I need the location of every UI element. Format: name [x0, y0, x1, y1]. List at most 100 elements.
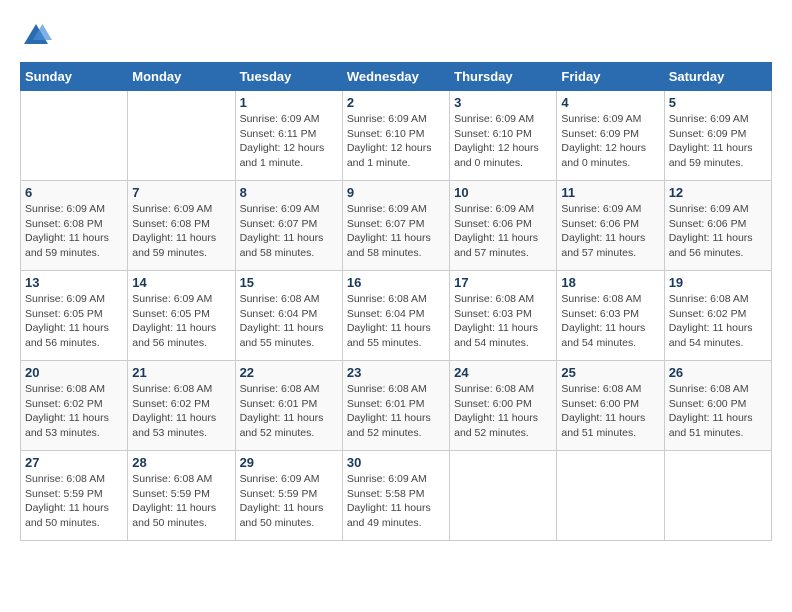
day-number: 2: [347, 95, 445, 110]
calendar-cell: 24 Sunrise: 6:08 AMSunset: 6:00 PMDayligh…: [450, 361, 557, 451]
calendar-cell: 7 Sunrise: 6:09 AMSunset: 6:08 PMDaylight…: [128, 181, 235, 271]
day-number: 7: [132, 185, 230, 200]
day-number: 6: [25, 185, 123, 200]
calendar-header-sunday: Sunday: [21, 63, 128, 91]
day-number: 20: [25, 365, 123, 380]
calendar-cell: 28 Sunrise: 6:08 AMSunset: 5:59 PMDayligh…: [128, 451, 235, 541]
cell-info: Sunrise: 6:08 AMSunset: 6:01 PMDaylight:…: [347, 382, 445, 441]
calendar-cell: 6 Sunrise: 6:09 AMSunset: 6:08 PMDaylight…: [21, 181, 128, 271]
calendar-week-1: 1 Sunrise: 6:09 AMSunset: 6:11 PMDaylight…: [21, 91, 772, 181]
cell-info: Sunrise: 6:09 AMSunset: 6:07 PMDaylight:…: [347, 202, 445, 261]
cell-info: Sunrise: 6:08 AMSunset: 6:04 PMDaylight:…: [240, 292, 338, 351]
calendar-cell: 5 Sunrise: 6:09 AMSunset: 6:09 PMDaylight…: [664, 91, 771, 181]
cell-info: Sunrise: 6:08 AMSunset: 6:00 PMDaylight:…: [454, 382, 552, 441]
calendar-cell: [557, 451, 664, 541]
calendar-cell: [128, 91, 235, 181]
day-number: 15: [240, 275, 338, 290]
calendar-cell: 17Sunrise: 6:08 AMSunset: 6:03 PMDayligh…: [450, 271, 557, 361]
calendar-header-tuesday: Tuesday: [235, 63, 342, 91]
cell-info: Sunrise: 6:09 AMSunset: 6:06 PMDaylight:…: [561, 202, 659, 261]
calendar-header-friday: Friday: [557, 63, 664, 91]
calendar-table: SundayMondayTuesdayWednesdayThursdayFrid…: [20, 62, 772, 541]
cell-info: Sunrise: 6:08 AMSunset: 6:04 PMDaylight:…: [347, 292, 445, 351]
calendar-header-monday: Monday: [128, 63, 235, 91]
calendar-cell: 2 Sunrise: 6:09 AMSunset: 6:10 PMDaylight…: [342, 91, 449, 181]
cell-info: Sunrise: 6:08 AMSunset: 6:02 PMDaylight:…: [132, 382, 230, 441]
calendar-cell: 11 Sunrise: 6:09 AMSunset: 6:06 PMDayligh…: [557, 181, 664, 271]
cell-info: Sunrise: 6:09 AMSunset: 6:06 PMDaylight:…: [454, 202, 552, 261]
calendar-cell: 15 Sunrise: 6:08 AMSunset: 6:04 PMDayligh…: [235, 271, 342, 361]
day-number: 24: [454, 365, 552, 380]
cell-info: Sunrise: 6:09 AMSunset: 6:06 PMDaylight:…: [669, 202, 767, 261]
day-number: 30: [347, 455, 445, 470]
day-number: 10: [454, 185, 552, 200]
cell-info: Sunrise: 6:08 AMSunset: 6:00 PMDaylight:…: [669, 382, 767, 441]
calendar-cell: [450, 451, 557, 541]
calendar-cell: 9 Sunrise: 6:09 AMSunset: 6:07 PMDaylight…: [342, 181, 449, 271]
day-number: 11: [561, 185, 659, 200]
day-number: 4: [561, 95, 659, 110]
day-number: 25: [561, 365, 659, 380]
calendar-week-2: 6 Sunrise: 6:09 AMSunset: 6:08 PMDaylight…: [21, 181, 772, 271]
day-number: 18: [561, 275, 659, 290]
logo-icon: [20, 20, 52, 52]
calendar-week-3: 13Sunrise: 6:09 AMSunset: 6:05 PMDayligh…: [21, 271, 772, 361]
calendar-cell: 8Sunrise: 6:09 AMSunset: 6:07 PMDaylight…: [235, 181, 342, 271]
page-header: [20, 20, 772, 52]
calendar-week-5: 27 Sunrise: 6:08 AMSunset: 5:59 PMDayligh…: [21, 451, 772, 541]
calendar-cell: 21 Sunrise: 6:08 AMSunset: 6:02 PMDayligh…: [128, 361, 235, 451]
calendar-header-row: SundayMondayTuesdayWednesdayThursdayFrid…: [21, 63, 772, 91]
calendar-cell: 25Sunrise: 6:08 AMSunset: 6:00 PMDayligh…: [557, 361, 664, 451]
day-number: 27: [25, 455, 123, 470]
day-number: 29: [240, 455, 338, 470]
calendar-cell: 19Sunrise: 6:08 AMSunset: 6:02 PMDayligh…: [664, 271, 771, 361]
logo: [20, 20, 56, 52]
day-number: 1: [240, 95, 338, 110]
day-number: 23: [347, 365, 445, 380]
calendar-cell: 30 Sunrise: 6:09 AMSunset: 5:58 PMDayligh…: [342, 451, 449, 541]
calendar-cell: 22 Sunrise: 6:08 AMSunset: 6:01 PMDayligh…: [235, 361, 342, 451]
cell-info: Sunrise: 6:08 AMSunset: 5:59 PMDaylight:…: [132, 472, 230, 531]
day-number: 13: [25, 275, 123, 290]
cell-info: Sunrise: 6:09 AMSunset: 6:08 PMDaylight:…: [25, 202, 123, 261]
calendar-header-saturday: Saturday: [664, 63, 771, 91]
calendar-cell: 29Sunrise: 6:09 AMSunset: 5:59 PMDayligh…: [235, 451, 342, 541]
day-number: 5: [669, 95, 767, 110]
day-number: 9: [347, 185, 445, 200]
calendar-cell: 3 Sunrise: 6:09 AMSunset: 6:10 PMDaylight…: [450, 91, 557, 181]
calendar-cell: 13Sunrise: 6:09 AMSunset: 6:05 PMDayligh…: [21, 271, 128, 361]
day-number: 22: [240, 365, 338, 380]
cell-info: Sunrise: 6:08 AMSunset: 6:03 PMDaylight:…: [561, 292, 659, 351]
calendar-cell: [21, 91, 128, 181]
cell-info: Sunrise: 6:08 AMSunset: 6:02 PMDaylight:…: [25, 382, 123, 441]
day-number: 26: [669, 365, 767, 380]
cell-info: Sunrise: 6:08 AMSunset: 5:59 PMDaylight:…: [25, 472, 123, 531]
calendar-cell: 4Sunrise: 6:09 AMSunset: 6:09 PMDaylight…: [557, 91, 664, 181]
cell-info: Sunrise: 6:09 AMSunset: 6:11 PMDaylight:…: [240, 112, 338, 171]
day-number: 12: [669, 185, 767, 200]
day-number: 19: [669, 275, 767, 290]
calendar-cell: 14Sunrise: 6:09 AMSunset: 6:05 PMDayligh…: [128, 271, 235, 361]
calendar-header-thursday: Thursday: [450, 63, 557, 91]
calendar-cell: 10 Sunrise: 6:09 AMSunset: 6:06 PMDayligh…: [450, 181, 557, 271]
calendar-body: 1 Sunrise: 6:09 AMSunset: 6:11 PMDaylight…: [21, 91, 772, 541]
cell-info: Sunrise: 6:08 AMSunset: 6:03 PMDaylight:…: [454, 292, 552, 351]
calendar-cell: 12 Sunrise: 6:09 AMSunset: 6:06 PMDayligh…: [664, 181, 771, 271]
cell-info: Sunrise: 6:09 AMSunset: 6:09 PMDaylight:…: [669, 112, 767, 171]
day-number: 21: [132, 365, 230, 380]
cell-info: Sunrise: 6:09 AMSunset: 6:10 PMDaylight:…: [454, 112, 552, 171]
calendar-cell: [664, 451, 771, 541]
cell-info: Sunrise: 6:09 AMSunset: 6:08 PMDaylight:…: [132, 202, 230, 261]
calendar-week-4: 20 Sunrise: 6:08 AMSunset: 6:02 PMDayligh…: [21, 361, 772, 451]
cell-info: Sunrise: 6:09 AMSunset: 5:58 PMDaylight:…: [347, 472, 445, 531]
calendar-cell: 27 Sunrise: 6:08 AMSunset: 5:59 PMDayligh…: [21, 451, 128, 541]
cell-info: Sunrise: 6:08 AMSunset: 6:01 PMDaylight:…: [240, 382, 338, 441]
day-number: 14: [132, 275, 230, 290]
calendar-cell: 16 Sunrise: 6:08 AMSunset: 6:04 PMDayligh…: [342, 271, 449, 361]
cell-info: Sunrise: 6:09 AMSunset: 6:10 PMDaylight:…: [347, 112, 445, 171]
day-number: 16: [347, 275, 445, 290]
day-number: 3: [454, 95, 552, 110]
cell-info: Sunrise: 6:09 AMSunset: 6:07 PMDaylight:…: [240, 202, 338, 261]
day-number: 28: [132, 455, 230, 470]
calendar-cell: 18 Sunrise: 6:08 AMSunset: 6:03 PMDayligh…: [557, 271, 664, 361]
